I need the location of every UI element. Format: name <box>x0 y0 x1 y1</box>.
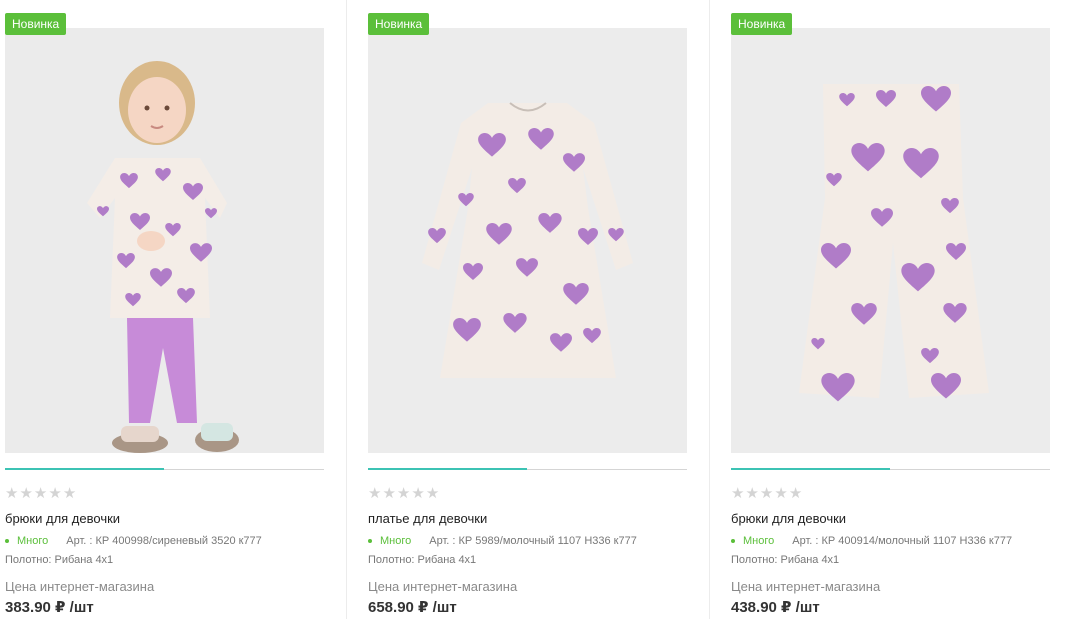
product-image[interactable] <box>368 28 687 453</box>
price: 383.90 ₽ /шт <box>5 599 94 616</box>
product-meta: Много Арт. : КР 400998/сиреневый 3520 к7… <box>5 535 262 547</box>
fabric-info: Полотно: Рибана 4х1 <box>368 554 477 566</box>
stock-status: Много <box>743 535 775 547</box>
stock-dot-icon <box>5 539 9 543</box>
product-image[interactable] <box>5 28 324 453</box>
star-icon[interactable]: ★ <box>731 486 744 502</box>
star-icon[interactable]: ★ <box>745 486 758 502</box>
image-slider-indicator[interactable] <box>368 468 527 470</box>
product-meta: Много Арт. : КР 400914/молочный 1107 Н33… <box>731 535 1012 547</box>
star-icon[interactable]: ★ <box>5 486 18 502</box>
star-icon[interactable]: ★ <box>411 486 424 502</box>
stock-status: Много <box>380 535 412 547</box>
girl-outfit-illustration <box>5 28 324 453</box>
star-icon[interactable]: ★ <box>397 486 410 502</box>
product-card[interactable]: Новинка <box>726 0 1067 619</box>
star-icon[interactable]: ★ <box>774 486 787 502</box>
dress-illustration <box>368 28 687 453</box>
star-icon[interactable]: ★ <box>789 486 802 502</box>
new-badge: Новинка <box>5 13 67 35</box>
star-icon[interactable]: ★ <box>426 486 439 502</box>
product-title[interactable]: брюки для девочки <box>731 511 846 526</box>
star-icon[interactable]: ★ <box>63 486 76 502</box>
star-icon[interactable]: ★ <box>19 486 32 502</box>
star-icon[interactable]: ★ <box>760 486 773 502</box>
price: 658.90 ₽ /шт <box>368 599 457 616</box>
new-badge: Новинка <box>731 13 793 35</box>
article-number: Арт. : КР 5989/молочный 1107 Н336 к777 <box>429 535 637 547</box>
stock-dot-icon <box>368 539 372 543</box>
stock-dot-icon <box>731 539 735 543</box>
product-title[interactable]: платье для девочки <box>368 511 487 526</box>
image-slider-indicator[interactable] <box>731 468 890 470</box>
image-slider-indicator[interactable] <box>5 468 164 470</box>
rating-stars[interactable]: ★ ★ ★ ★ ★ <box>5 486 76 502</box>
product-card[interactable]: Новинка <box>0 0 363 619</box>
article-number: Арт. : КР 400914/молочный 1107 Н336 к777 <box>792 535 1013 547</box>
new-badge: Новинка <box>368 13 430 35</box>
price-label: Цена интернет-магазина <box>731 579 881 594</box>
stock-status: Много <box>17 535 49 547</box>
fabric-info: Полотно: Рибана 4х1 <box>731 554 840 566</box>
price-label: Цена интернет-магазина <box>368 579 518 594</box>
star-icon[interactable]: ★ <box>34 486 47 502</box>
product-title[interactable]: брюки для девочки <box>5 511 120 526</box>
price: 438.90 ₽ /шт <box>731 599 820 616</box>
article-number: Арт. : КР 400998/сиреневый 3520 к777 <box>66 535 262 547</box>
star-icon[interactable]: ★ <box>382 486 395 502</box>
rating-stars[interactable]: ★ ★ ★ ★ ★ <box>731 486 802 502</box>
flared-pants-illustration <box>731 28 1050 453</box>
star-icon[interactable]: ★ <box>48 486 61 502</box>
rating-stars[interactable]: ★ ★ ★ ★ ★ <box>368 486 439 502</box>
price-label: Цена интернет-магазина <box>5 579 155 594</box>
product-grid: Новинка ★ ★ ★ ★ ★ брюки для девочки Мног… <box>0 0 1067 619</box>
product-image[interactable] <box>731 28 1050 453</box>
product-meta: Много Арт. : КР 5989/молочный 1107 Н336 … <box>368 535 637 547</box>
product-card[interactable]: Новинка <box>363 0 726 619</box>
star-icon[interactable]: ★ <box>368 486 381 502</box>
fabric-info: Полотно: Рибана 4х1 <box>5 554 114 566</box>
